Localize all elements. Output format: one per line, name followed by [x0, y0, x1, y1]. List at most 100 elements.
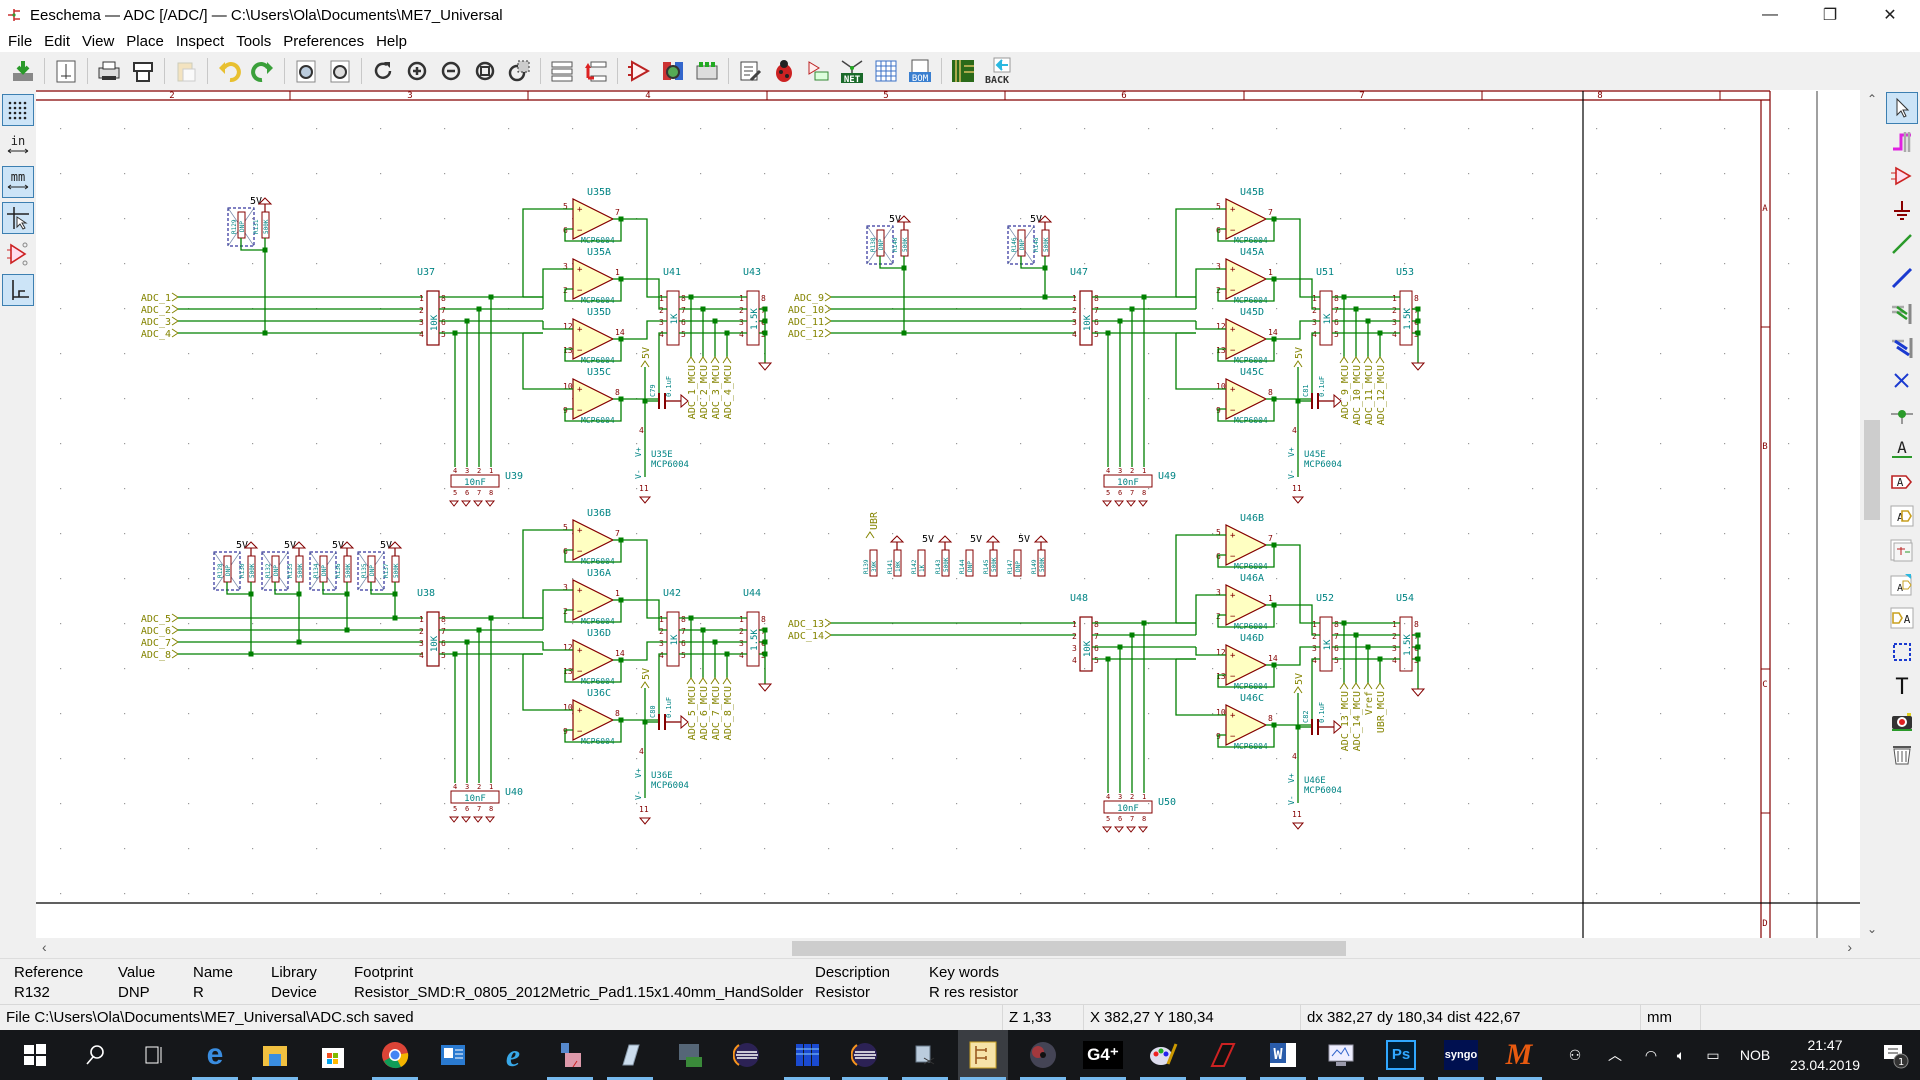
menu-file[interactable]: File [8, 33, 32, 50]
back-annotate-button[interactable]: BACK [982, 56, 1012, 86]
taskbar-snipping-icon[interactable] [908, 1038, 942, 1072]
restore-button[interactable]: ❐ [1800, 0, 1860, 30]
taskbar-internet-explorer-icon[interactable]: e [496, 1037, 530, 1073]
hierarchical-sheet-button[interactable] [1886, 534, 1918, 566]
taskbar-notepad-tool-icon[interactable] [613, 1038, 647, 1072]
bom-button[interactable]: BOM [905, 56, 935, 86]
menu-edit[interactable]: Edit [44, 33, 70, 50]
bus-bus-entry-button[interactable] [1886, 330, 1918, 362]
redo-button[interactable] [248, 56, 278, 86]
zoom-selection-button[interactable] [504, 56, 534, 86]
horizontal-scrollbar[interactable]: ‹ › [36, 938, 1862, 958]
hidden-pins-button[interactable] [2, 238, 34, 270]
full-cursor-button[interactable] [2, 202, 34, 234]
taskbar-file-explorer-icon[interactable] [258, 1038, 292, 1072]
add-symbol-button[interactable] [1886, 160, 1918, 192]
annotate-button[interactable] [735, 56, 765, 86]
taskbar-search-icon[interactable] [78, 1038, 112, 1072]
sheet-pin-button[interactable]: A [1886, 602, 1918, 634]
taskbar-task-view-icon[interactable] [136, 1038, 170, 1072]
taskbar-monitor-icon[interactable] [1324, 1038, 1358, 1072]
paste-button[interactable] [171, 56, 201, 86]
junction-button[interactable] [1886, 398, 1918, 430]
schematic-canvas[interactable]: 2 3 4 5 6 7 8 A B C D ADC_1 ADC_2 ADC_3 ADC_4 10K U37 1 2 3… [36, 90, 1860, 938]
page-settings-button[interactable] [51, 56, 81, 86]
taskbar-g4-icon[interactable]: G4⁺ [1083, 1038, 1123, 1072]
close-button[interactable]: ✕ [1860, 0, 1920, 30]
wifi-icon[interactable]: ◠ [1636, 1030, 1666, 1080]
scroll-up-arrow[interactable]: ⌃ [1862, 92, 1882, 106]
taskbar-edge-icon[interactable]: e [198, 1038, 232, 1072]
redraw-button[interactable] [368, 56, 398, 86]
add-bus-button[interactable] [1886, 262, 1918, 294]
erc-button[interactable] [769, 56, 799, 86]
taskbar-eclipse-icon[interactable] [730, 1038, 764, 1072]
netlist-button[interactable]: NET [837, 56, 867, 86]
taskbar-chrome-icon[interactable] [378, 1038, 412, 1072]
horizontal-scroll-thumb[interactable] [792, 941, 1346, 956]
battery-icon[interactable]: ▭ [1698, 1030, 1728, 1080]
taskbar-start-icon[interactable] [18, 1038, 52, 1072]
global-label-button[interactable]: A [1886, 466, 1918, 498]
menu-place[interactable]: Place [126, 33, 164, 50]
taskbar-eeschema-icon[interactable] [958, 1030, 1008, 1080]
image-button[interactable] [1886, 704, 1918, 736]
find-button[interactable] [291, 56, 321, 86]
symbol-browser-button[interactable] [658, 56, 688, 86]
menu-preferences[interactable]: Preferences [283, 33, 364, 50]
inch-units-button[interactable]: in [2, 130, 34, 162]
minimize-button[interactable]: — [1740, 0, 1800, 30]
add-power-button[interactable] [1886, 194, 1918, 226]
footprint-assign-button[interactable] [692, 56, 722, 86]
wire-45-mode-button[interactable] [2, 274, 34, 306]
taskbar-matlab-m-icon[interactable]: M [1502, 1038, 1536, 1072]
delete-button[interactable] [1886, 738, 1918, 770]
net-label-button[interactable]: A [1886, 432, 1918, 464]
add-wire-button[interactable] [1886, 228, 1918, 260]
taskbar-outlook-style-icon[interactable] [436, 1038, 470, 1072]
highlight-net-button[interactable] [1886, 126, 1918, 158]
clock[interactable]: 21:47 23.04.2019 [1770, 1030, 1880, 1080]
taskbar-server-app-icon[interactable] [790, 1038, 824, 1072]
taskbar-word-icon[interactable]: W [1266, 1038, 1300, 1072]
bus-definitions-button[interactable] [871, 56, 901, 86]
grid-toggle-button[interactable] [2, 94, 34, 126]
menu-inspect[interactable]: Inspect [176, 33, 224, 50]
wire-bus-entry-button[interactable] [1886, 296, 1918, 328]
scroll-right-arrow[interactable]: › [1847, 939, 1852, 955]
action-center-button[interactable]: 1 [1870, 1030, 1920, 1080]
zoom-in-button[interactable] [402, 56, 432, 86]
vertical-scroll-thumb[interactable] [1864, 420, 1880, 520]
hierarchy-navigator-button[interactable] [547, 56, 577, 86]
text-button[interactable]: T [1886, 670, 1918, 702]
people-icon[interactable]: ⚇ [1555, 1030, 1595, 1080]
menu-help[interactable]: Help [376, 33, 407, 50]
print-button[interactable] [94, 56, 124, 86]
menu-tools[interactable]: Tools [236, 33, 271, 50]
taskbar-device-manager-icon[interactable] [673, 1038, 707, 1072]
taskbar-app-tool-icon[interactable] [553, 1038, 587, 1072]
volume-icon[interactable]: 🔈︎ [1666, 1030, 1696, 1080]
plot-button[interactable] [128, 56, 158, 86]
taskbar-syngo-icon[interactable]: syngo [1444, 1038, 1478, 1072]
zoom-out-button[interactable] [436, 56, 466, 86]
leave-sheet-button[interactable] [581, 56, 611, 86]
pcbnew-button[interactable] [948, 56, 978, 86]
no-connect-button[interactable] [1886, 364, 1918, 396]
taskbar-disc-app-icon[interactable] [1026, 1038, 1060, 1072]
taskbar-paint-icon[interactable] [1146, 1038, 1180, 1072]
undo-button[interactable] [214, 56, 244, 86]
scroll-down-arrow[interactable]: ⌄ [1862, 922, 1882, 936]
symbol-editor-button[interactable] [624, 56, 654, 86]
taskbar-photoshop-icon[interactable]: Ps [1384, 1038, 1418, 1072]
vertical-scrollbar[interactable]: ⌃ ⌄ [1862, 90, 1882, 938]
save-button[interactable] [8, 56, 38, 86]
menu-view[interactable]: View [82, 33, 114, 50]
hierarchical-label-button[interactable]: A [1886, 500, 1918, 532]
taskbar-store-icon[interactable] [316, 1038, 350, 1072]
tray-overflow-icon[interactable]: ︿ [1600, 1030, 1630, 1080]
zoom-fit-button[interactable] [470, 56, 500, 86]
select-tool-button[interactable] [1886, 92, 1918, 124]
import-sheet-pin-button[interactable]: A [1886, 568, 1918, 600]
scroll-left-arrow[interactable]: ‹ [42, 939, 47, 955]
